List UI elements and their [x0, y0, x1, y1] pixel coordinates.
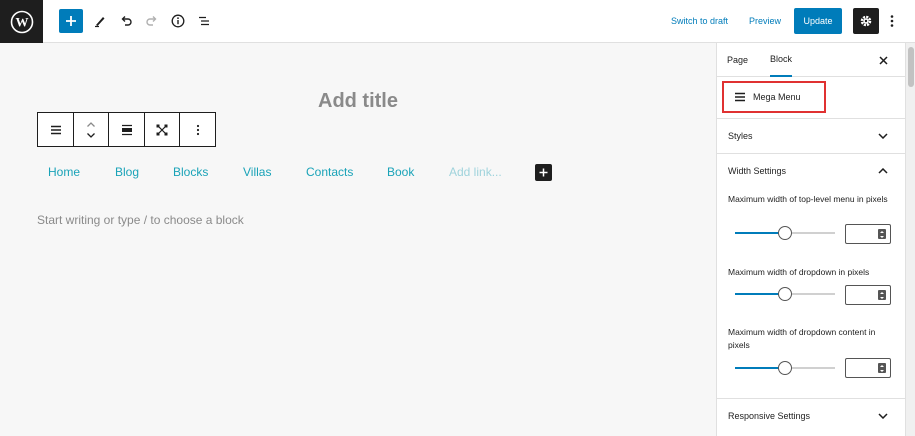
svg-text:W: W: [15, 14, 28, 29]
editor-canvas[interactable]: Add title Home Blog Blocks Villas Contac…: [0, 43, 716, 436]
post-title-input[interactable]: Add title: [0, 90, 716, 113]
add-block-button[interactable]: [59, 9, 83, 33]
top-toolbar: W Switch to draft Preview Update: [0, 0, 915, 43]
panel-responsive-settings-title: Responsive Settings: [728, 411, 811, 421]
undo-icon: [121, 16, 132, 26]
slider-thumb[interactable]: [778, 361, 792, 375]
stepper-arrows[interactable]: [878, 290, 886, 300]
dropdown-width-label: Maximum width of dropdown in pixels: [728, 267, 870, 277]
fullscreen-button[interactable]: [145, 113, 180, 146]
block-type-button[interactable]: [38, 113, 74, 146]
justification-button[interactable]: [109, 113, 145, 146]
panel-width-settings-title: Width Settings: [728, 166, 787, 176]
settings-sidebar: Page Block Mega Menu Styles Width Settin…: [716, 43, 906, 436]
block-card: Mega Menu: [722, 81, 826, 113]
default-block-appender[interactable]: Start writing or type / to choose a bloc…: [37, 213, 244, 227]
add-link-placeholder[interactable]: Add link...: [449, 165, 502, 179]
pencil-icon: [95, 17, 105, 28]
dropdown-content-width-slider[interactable]: [735, 361, 835, 375]
panel-responsive-settings-toggle[interactable]: Responsive Settings: [717, 398, 906, 433]
move-block-button[interactable]: [74, 113, 109, 146]
details-button[interactable]: [166, 8, 190, 34]
options-menu-button[interactable]: [885, 8, 899, 34]
menu-block-icon: [735, 92, 745, 102]
top-level-width-input[interactable]: [845, 224, 891, 244]
tab-page[interactable]: Page: [727, 43, 748, 77]
panel-styles-title: Styles: [728, 131, 753, 141]
block-options-button[interactable]: [180, 113, 215, 146]
chevron-down-icon: [875, 408, 891, 424]
tab-block[interactable]: Block: [770, 43, 793, 77]
dropdown-width-input[interactable]: [845, 285, 891, 305]
stepper-arrows[interactable]: [878, 229, 886, 239]
undo-button[interactable]: [114, 8, 138, 34]
top-level-width-slider[interactable]: [735, 226, 835, 240]
redo-icon: [146, 16, 157, 26]
panel-width-settings-toggle[interactable]: Width Settings: [717, 153, 906, 188]
nav-link-home[interactable]: Home: [48, 165, 80, 179]
settings-button[interactable]: [853, 8, 879, 34]
preview-button[interactable]: Preview: [749, 9, 781, 33]
dropdown-content-width-label: Maximum width of dropdown content in pix…: [728, 327, 876, 350]
wordpress-logo[interactable]: W: [0, 0, 43, 43]
slider-thumb[interactable]: [778, 287, 792, 301]
slider-thumb[interactable]: [778, 226, 792, 240]
scrollbar-thumb[interactable]: [908, 47, 914, 87]
move-up-down-icon: [87, 121, 95, 138]
menu-block-icon: [50, 125, 61, 134]
nav-link-blocks[interactable]: Blocks: [173, 165, 208, 179]
block-card-title: Mega Menu: [753, 92, 801, 102]
fullscreen-icon: [156, 124, 168, 135]
redo-button[interactable]: [140, 8, 164, 34]
update-button[interactable]: Update: [794, 8, 842, 34]
dropdown-width-slider[interactable]: [735, 287, 835, 301]
plus-icon: [539, 168, 548, 177]
close-icon: [878, 55, 888, 65]
add-nav-item-button[interactable]: [535, 164, 552, 181]
nav-link-villas[interactable]: Villas: [243, 165, 271, 179]
panel-styles-toggle[interactable]: Styles: [717, 118, 906, 153]
kebab-menu-icon: [890, 15, 894, 27]
close-sidebar-button[interactable]: [875, 52, 891, 68]
justify-icon: [121, 124, 132, 135]
chevron-up-icon: [875, 163, 891, 179]
more-options-icon: [196, 124, 199, 135]
nav-link-contacts[interactable]: Contacts: [306, 165, 353, 179]
switch-to-draft-button[interactable]: Switch to draft: [671, 9, 728, 33]
sidebar-tabs: Page Block: [717, 43, 906, 77]
chevron-down-icon: [875, 128, 891, 144]
tools-button[interactable]: [88, 8, 112, 34]
plus-icon: [66, 16, 76, 26]
dropdown-content-width-input[interactable]: [845, 358, 891, 378]
list-view-button[interactable]: [192, 8, 216, 34]
block-toolbar: [37, 112, 216, 147]
nav-link-book[interactable]: Book: [387, 165, 414, 179]
top-level-width-label: Maximum width of top-level menu in pixel…: [728, 194, 888, 204]
sidebar-scrollbar[interactable]: [905, 43, 915, 436]
stepper-arrows[interactable]: [878, 363, 886, 373]
gear-icon: [860, 15, 872, 27]
nav-link-blog[interactable]: Blog: [115, 165, 139, 179]
info-icon: [171, 14, 185, 28]
list-view-icon: [199, 16, 209, 26]
